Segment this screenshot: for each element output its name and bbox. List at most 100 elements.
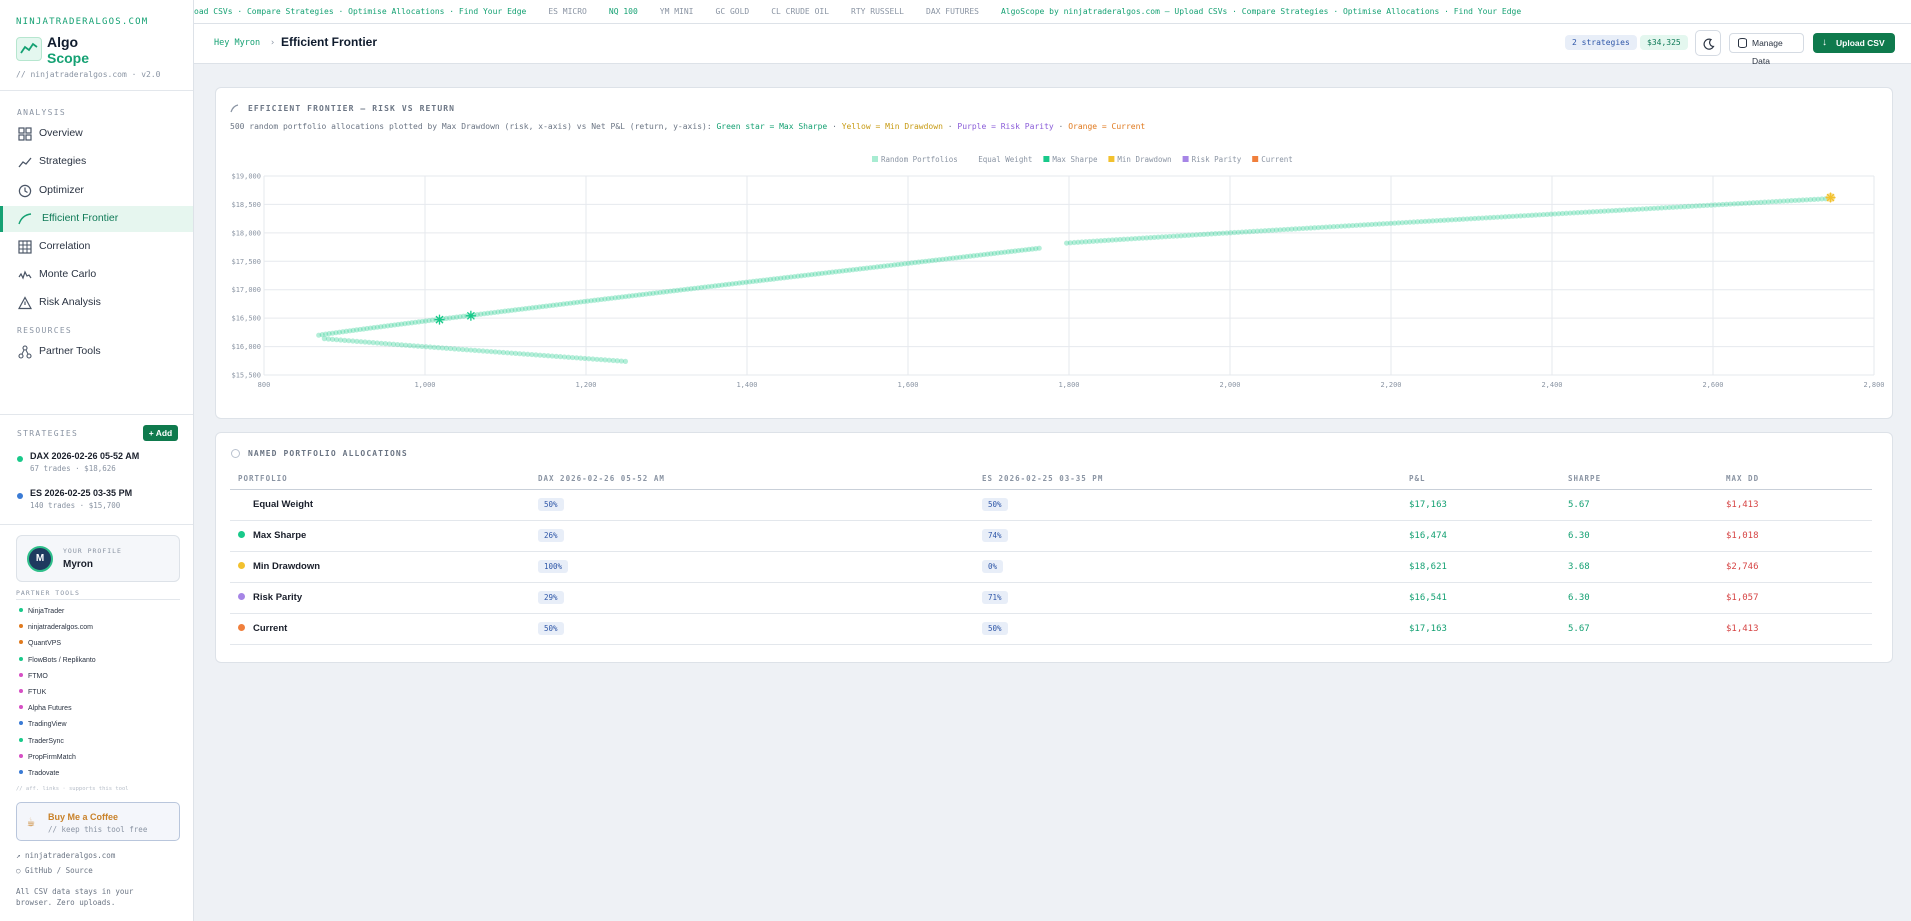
ticker-item: CL CRUDE OIL	[771, 7, 830, 16]
strategy-name: ES 2026-02-25 03-35 PM	[30, 488, 133, 498]
table-row[interactable]: Current 50% 50% $17,163 5.67 $1,413	[230, 613, 1872, 645]
analysis-section-label: ANALYSIS	[17, 108, 66, 117]
weight-pill: 0%	[982, 560, 1004, 573]
x-tick-label: 1,200	[575, 381, 596, 389]
ticker-strip: oad CSVs · Compare Strategies · Optimise…	[194, 0, 1911, 24]
legend-label: Max Sharpe	[1052, 155, 1098, 164]
strategy-meta: 140 trades · $15,700	[30, 501, 121, 510]
portfolio-name-cell: Risk Parity	[230, 582, 530, 614]
nav-label: Partner Tools	[39, 345, 101, 357]
partner-link[interactable]: Alpha Futures	[19, 705, 72, 717]
table-row[interactable]: Risk Parity 29% 71% $16,541 6.30 $1,057	[230, 582, 1872, 614]
coffee-cup-icon: ☕	[27, 815, 35, 830]
partner-link[interactable]: FTUK	[19, 689, 46, 701]
x-tick-label: 2,800	[1863, 381, 1884, 389]
nav-label: Risk Analysis	[39, 296, 101, 308]
legend-label: Risk Parity	[1192, 155, 1242, 164]
breadcrumb-separator: ›	[270, 38, 276, 48]
partner-link[interactable]: FTMO	[19, 672, 48, 685]
weight-pill: 50%	[538, 622, 564, 635]
github-link[interactable]: ○ GitHub / Source	[16, 866, 93, 875]
nav-correlation[interactable]: Correlation	[0, 234, 193, 260]
logo-icon[interactable]	[16, 37, 42, 61]
allocations-card: NAMED PORTFOLIO ALLOCATIONS PORTFOLIO DA…	[215, 432, 1893, 663]
sharpe-cell: 5.67	[1560, 613, 1718, 645]
max-dd-cell: $1,018	[1718, 520, 1872, 552]
resources-section-label: RESOURCES	[17, 326, 73, 335]
divider	[0, 414, 193, 415]
nav-monte-carlo[interactable]: Monte Carlo	[0, 262, 193, 288]
plot-area: $15,500 $16,000 $16,500 $17,000 $17,500 $18,0…	[231, 173, 1884, 390]
partner-dot	[19, 705, 23, 710]
y-tick-label: $17,500	[231, 258, 261, 266]
table-header-row: PORTFOLIO DAX 2026-02-26 05-52 AM ES 202…	[230, 469, 1872, 490]
weight-pill: 26%	[538, 529, 564, 542]
legend-swatch	[1182, 156, 1189, 162]
nav-efficient-frontier[interactable]: Efficient Frontier	[0, 206, 193, 232]
partner-link[interactable]: TradingView	[19, 721, 67, 733]
pnl-cell: $18,621	[1401, 551, 1560, 583]
x-tick-label: 1,800	[1058, 381, 1079, 389]
portfolio-color-dot	[238, 500, 245, 507]
x-tick-label: 2,200	[1380, 381, 1401, 389]
page-title: Efficient Frontier	[281, 35, 378, 49]
logo-wordmark[interactable]: Algo Scope	[47, 34, 89, 66]
nav-overview[interactable]: Overview	[0, 121, 193, 147]
partner-name: QuantVPS	[28, 640, 62, 648]
upload-csv-button[interactable]: ↓ Upload CSV	[1813, 33, 1895, 53]
website-link[interactable]: ↗ ninjatraderalgos.com	[16, 851, 115, 860]
breadcrumb-greeting[interactable]: Hey Myron	[214, 38, 260, 48]
table-row[interactable]: Max Sharpe 26% 74% $16,474 6.30 $1,018	[230, 520, 1872, 552]
profile-label: YOUR PROFILE	[63, 547, 122, 555]
grid-icon	[18, 127, 32, 141]
efficient-frontier-chart[interactable]: Random Portfolios Equal Weight Max Sharpe M…	[224, 154, 1884, 409]
partner-name: Alpha Futures	[28, 705, 72, 713]
warning-triangle-icon	[18, 296, 32, 310]
portfolio-color-dot	[238, 531, 245, 538]
theme-toggle-button[interactable]	[1695, 30, 1721, 56]
sharpe-cell: 5.67	[1560, 489, 1718, 521]
nav-optimizer[interactable]: Optimizer	[0, 178, 193, 204]
avatar: M	[27, 546, 53, 572]
table-row[interactable]: Min Drawdown 100% 0% $18,621 3.68 $2,746	[230, 551, 1872, 583]
sidebar: NINJATRADERALGOS.COM Algo Scope // ninjat…	[0, 0, 194, 921]
moon-icon	[1703, 38, 1715, 50]
partner-link[interactable]: ninjatraderalgos.com	[19, 624, 93, 636]
x-tick-label: 2,400	[1541, 381, 1562, 389]
partner-link[interactable]: QuantVPS	[19, 640, 61, 652]
nav-strategies[interactable]: Strategies	[0, 149, 193, 175]
buy-coffee-button[interactable]: ☕ Buy Me a Coffee // keep this tool free	[16, 802, 180, 841]
table-row[interactable]: Equal Weight 50% 50% $17,163 5.67 $1,413	[230, 489, 1872, 521]
partner-name: TraderSync	[28, 737, 64, 745]
max-dd-cell: $1,413	[1718, 613, 1872, 645]
y-tick-label: $19,000	[231, 173, 261, 181]
manage-data-button[interactable]: Manage Data	[1729, 33, 1804, 66]
ticker-item: RTY RUSSELL	[851, 7, 904, 16]
partner-dot	[19, 770, 23, 774]
y-tick-label: $16,000	[231, 343, 261, 351]
portfolio-color-dot	[238, 562, 245, 569]
partner-link[interactable]: NinjaTrader	[19, 608, 64, 620]
risk-parity-point	[465, 310, 476, 321]
version-line: // ninjatraderalgos.com · v2.0	[16, 70, 161, 79]
strategy-color-dot	[17, 493, 23, 499]
partner-link[interactable]: FlowBots / Replikanto	[19, 656, 96, 669]
nav-partner-tools[interactable]: Partner Tools	[0, 339, 193, 365]
partner-link[interactable]: PropFirmMatch	[19, 753, 76, 766]
partner-link[interactable]: Tradovate	[19, 770, 59, 782]
weight-pill: 29%	[538, 591, 564, 604]
max-dd-cell: $1,413	[1718, 489, 1872, 521]
weight-pill: 100%	[538, 560, 569, 573]
nav-risk-analysis[interactable]: Risk Analysis	[0, 290, 193, 316]
partner-link[interactable]: TraderSync	[19, 737, 64, 750]
frontier-description: 500 random portfolio allocations plotted…	[230, 122, 1146, 131]
profile-card[interactable]: M YOUR PROFILE Myron	[16, 535, 180, 582]
ticker-item: DAX FUTURES	[926, 7, 979, 16]
nav-label: Strategies	[39, 155, 87, 167]
column-header: SHARPE	[1560, 469, 1718, 490]
add-strategy-button[interactable]: + Add	[143, 425, 178, 441]
affiliate-note: // aff. links · supports this tool	[16, 786, 129, 792]
divider	[0, 524, 193, 525]
legend-label: Random Portfolios	[881, 155, 958, 164]
brand-domain[interactable]: NINJATRADERALGOS.COM	[16, 17, 148, 27]
